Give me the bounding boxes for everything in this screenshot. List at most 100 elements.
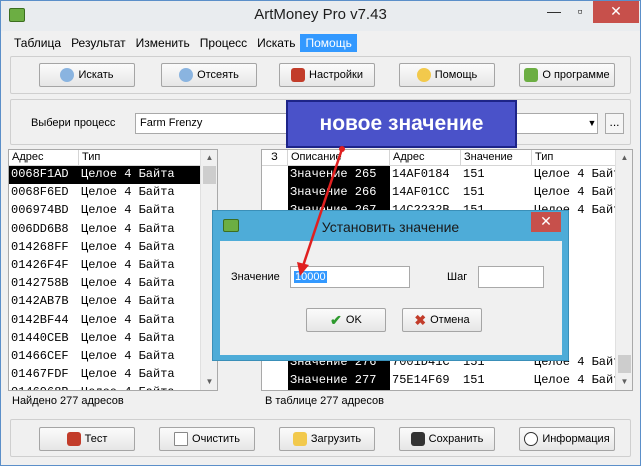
list-item[interactable]: 01467FDF Целое 4 Байта <box>9 366 217 384</box>
value-cell: 151 <box>463 373 485 388</box>
value-cell: 151 <box>463 185 485 200</box>
magnifier-icon <box>60 68 75 82</box>
new-document-icon <box>174 432 189 446</box>
type-cell: Целое 4 Байта <box>81 185 175 200</box>
about-button[interactable]: О программе <box>519 63 615 87</box>
save-button[interactable]: Сохранить <box>399 427 495 451</box>
ok-button[interactable]: ✔ OK <box>306 308 386 332</box>
list-item[interactable]: 0068F1AD Целое 4 Байта <box>9 166 217 185</box>
search-button[interactable]: Искать <box>39 63 135 87</box>
column-type[interactable]: Тип <box>79 150 201 165</box>
test-button[interactable]: Тест <box>39 427 135 451</box>
column-address[interactable]: Адрес <box>9 150 79 165</box>
minimize-button[interactable]: — <box>541 1 567 23</box>
type-cell: Целое 4 Байта <box>81 257 175 272</box>
table-row[interactable]: Значение 277 75E14F69 151 Целое 4 Байта <box>262 372 632 390</box>
list-item[interactable]: 006DD6B8 Целое 4 Байта <box>9 221 217 239</box>
address-cell: 0142758B <box>11 276 69 291</box>
description-cell: Значение 266 <box>288 184 390 203</box>
address-cell: 01466CEF <box>11 348 69 363</box>
chevron-down-icon[interactable]: ▼ <box>587 114 597 133</box>
type-cell: Целое 4 Байта <box>81 330 175 345</box>
settings-button[interactable]: Настройки <box>279 63 375 87</box>
address-cell: 01467FDF <box>11 367 69 382</box>
menu-process[interactable]: Процесс <box>195 34 252 52</box>
menu-result[interactable]: Результат <box>66 34 131 52</box>
dialog-close-button[interactable]: ✕ <box>531 212 561 232</box>
set-value-dialog: Установить значение ✕ Значение 10000 Шаг… <box>212 210 569 361</box>
close-button[interactable]: ✕ <box>593 1 639 23</box>
info-button[interactable]: Информация <box>519 427 615 451</box>
cancel-button[interactable]: ✖ Отмена <box>402 308 482 332</box>
type-cell: Целое 4 Байта <box>81 203 175 218</box>
filter-button[interactable]: Отсеять <box>161 63 257 87</box>
address-cell: 75E14F69 <box>392 373 450 388</box>
description-cell: Значение 277 <box>288 372 390 390</box>
address-cell: 014268FF <box>11 239 69 254</box>
scroll-up-icon[interactable]: ▲ <box>201 150 217 166</box>
chart-icon <box>66 432 81 446</box>
scroll-down-icon[interactable]: ▼ <box>201 374 217 390</box>
value-label: Значение <box>231 271 280 283</box>
list-item[interactable]: 0142758B Целое 4 Байта <box>9 275 217 293</box>
address-cell: 0142AB7B <box>11 294 69 309</box>
list-item[interactable]: 0142BF44 Целое 4 Байта <box>9 312 217 330</box>
column-value[interactable]: Значение <box>461 150 532 165</box>
menu-help[interactable]: Помощь <box>300 34 357 52</box>
column-freeze[interactable]: З <box>262 150 288 165</box>
step-input[interactable] <box>478 266 544 288</box>
address-cell: 01440CEB <box>11 330 69 345</box>
annotation-callout: новое значение <box>286 100 517 148</box>
value-input[interactable]: 10000 <box>290 266 410 288</box>
freeze-cell <box>262 184 288 202</box>
left-status: Найдено 277 адресов <box>12 395 124 407</box>
list-item[interactable]: 0142AB7B Целое 4 Байта <box>9 293 217 311</box>
scroll-down-icon[interactable]: ▼ <box>616 374 632 390</box>
maximize-button[interactable]: ▫ <box>567 1 593 23</box>
settings-button-label: Настройки <box>309 69 363 81</box>
help-button[interactable]: Помощь <box>399 63 495 87</box>
scroll-up-icon[interactable]: ▲ <box>616 150 632 166</box>
address-cell: 0068F6ED <box>11 185 69 200</box>
toolbar: Искать Отсеять Настройки Помощь О програ… <box>10 56 631 94</box>
load-button[interactable]: Загрузить <box>279 427 375 451</box>
menu-bar: Таблица Результат Изменить Процесс Искат… <box>9 34 357 52</box>
search-button-label: Искать <box>78 69 114 81</box>
type-cell: Целое 4 Байта <box>534 373 622 388</box>
scroll-thumb[interactable] <box>203 166 216 184</box>
scroll-thumb[interactable] <box>618 355 631 373</box>
list-item[interactable]: 01440CEB Целое 4 Байта <box>9 330 217 348</box>
clear-button-label: Очистить <box>192 433 240 445</box>
table-row[interactable]: Значение 265 14AF0184 151 Целое 4 Байта <box>262 166 632 185</box>
browse-process-button[interactable]: ... <box>605 113 624 134</box>
list-item[interactable]: 0068F6ED Целое 4 Байта <box>9 184 217 202</box>
table-row[interactable]: Значение 266 14AF01CC 151 Целое 4 Байта <box>262 184 632 203</box>
list-item[interactable]: 01426F4F Целое 4 Байта <box>9 257 217 275</box>
list-header: Адрес Тип <box>9 150 217 166</box>
cancel-button-label: Отмена <box>430 314 470 326</box>
column-address[interactable]: Адрес <box>390 150 461 165</box>
list-item[interactable]: 01466CEF Целое 4 Байта <box>9 348 217 366</box>
list-item[interactable]: 014268FF Целое 4 Байта <box>9 239 217 257</box>
folder-icon <box>292 432 307 446</box>
column-type[interactable]: Тип <box>532 150 622 165</box>
address-cell: 14AF01CC <box>392 185 450 200</box>
process-value: Farm Frenzy <box>140 117 203 129</box>
filter-button-label: Отсеять <box>197 69 239 81</box>
clear-button[interactable]: Очистить <box>159 427 255 451</box>
right-scrollbar[interactable]: ▲ ▼ <box>615 150 632 390</box>
info-icon <box>524 432 539 446</box>
process-label: Выбери процесс <box>31 117 116 129</box>
bottom-toolbar: Тест Очистить Загрузить Сохранить Информ… <box>10 419 631 457</box>
type-cell: Целое 4 Байта <box>534 167 622 181</box>
menu-table[interactable]: Таблица <box>9 34 66 52</box>
menu-edit[interactable]: Изменить <box>131 34 195 52</box>
column-description[interactable]: Описание <box>288 150 390 165</box>
address-cell: 006974BD <box>11 203 69 218</box>
list-item[interactable]: 0146968BЦелое 4 Байта <box>9 384 217 390</box>
info-button-label: Информация <box>542 433 610 445</box>
menu-search[interactable]: Искать <box>252 34 300 52</box>
list-item[interactable]: 006974BD Целое 4 Байта <box>9 202 217 220</box>
address-cell: 14AF0184 <box>392 167 450 181</box>
found-addresses-list[interactable]: Адрес Тип 0068F1AD Целое 4 Байта 0068F6ED Ц… <box>8 149 218 391</box>
